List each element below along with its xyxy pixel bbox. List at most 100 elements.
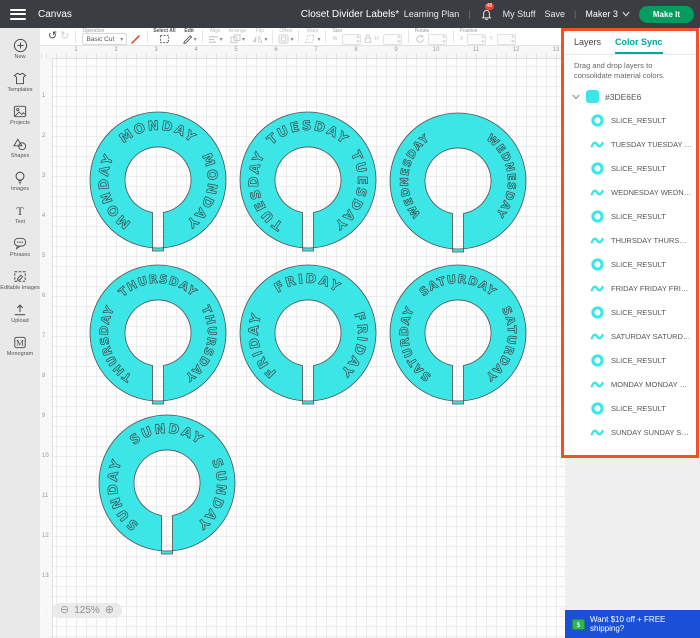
save-button[interactable]: Save bbox=[545, 9, 566, 19]
make-it-button[interactable]: Make It bbox=[639, 6, 694, 23]
align-button[interactable]: Align ▾ bbox=[205, 28, 226, 45]
vruler-number: 12 bbox=[42, 533, 49, 539]
layer-item[interactable]: SLICE_RESULT bbox=[564, 300, 696, 324]
sidebar-item-label: Text bbox=[15, 219, 25, 225]
hruler-number: 5 bbox=[234, 47, 237, 53]
my-stuff-link[interactable]: My Stuff bbox=[503, 9, 536, 19]
layer-item-label: SLICE_RESULT bbox=[611, 164, 666, 173]
vruler-number: 2 bbox=[42, 133, 45, 139]
offset-button[interactable]: Offset ▾ bbox=[275, 28, 296, 45]
redo-icon[interactable]: ↻ bbox=[60, 31, 69, 42]
offset-icon bbox=[278, 34, 289, 44]
learning-plan-link[interactable]: Learning Plan bbox=[404, 9, 460, 19]
color-group-header[interactable]: #3DE6E6 bbox=[564, 85, 696, 108]
sidebar-item-phrases[interactable]: Phrases bbox=[0, 231, 40, 264]
sidebar-item-monogram[interactable]: MMonogram bbox=[0, 330, 40, 363]
layer-item[interactable]: MONDAY MONDAY MONDAY bbox=[564, 372, 696, 396]
machine-select[interactable]: Maker 3 bbox=[585, 9, 630, 19]
warp-button[interactable]: Warp ▾ bbox=[301, 28, 323, 45]
closet-divider-thursday[interactable]: THURSDAYTHURSDAYTHURSDAY bbox=[83, 258, 233, 408]
notifications-button[interactable]: 48 bbox=[480, 7, 494, 21]
layer-item[interactable]: SATURDAY SATURDAY SATURDAY bbox=[564, 324, 696, 348]
width-input[interactable] bbox=[342, 34, 361, 45]
svg-text:M: M bbox=[16, 338, 24, 348]
layer-item-label: MONDAY MONDAY MONDAY bbox=[611, 380, 692, 389]
layer-item-label: FRIDAY FRIDAY FRIDAY bbox=[611, 284, 692, 293]
ring-icon bbox=[590, 353, 604, 367]
layer-item[interactable]: SUNDAY SUNDAY SUNDAY bbox=[564, 420, 696, 444]
tab-layers[interactable]: Layers bbox=[574, 37, 601, 54]
layer-item[interactable]: SLICE_RESULT bbox=[564, 252, 696, 276]
layer-item[interactable]: TUESDAY TUESDAY TUESDAY bbox=[564, 132, 696, 156]
hruler-number: 6 bbox=[274, 47, 277, 53]
operation-dropdown[interactable]: Basic Cut▾ bbox=[82, 33, 127, 45]
sidebar-item-projects[interactable]: Projects bbox=[0, 99, 40, 132]
position-x-input[interactable] bbox=[467, 34, 486, 45]
closet-divider-friday[interactable]: FRIDAYFRIDAYFRIDAY bbox=[233, 258, 383, 408]
layer-item[interactable]: SLICE_RESULT bbox=[564, 348, 696, 372]
select-all-button[interactable]: Select All bbox=[150, 28, 178, 45]
layer-item-label: SATURDAY SATURDAY SATURDAY bbox=[611, 332, 692, 341]
horizontal-ruler: 12345678910111213 bbox=[40, 46, 565, 59]
hruler-number: 3 bbox=[154, 47, 157, 53]
edit-button[interactable]: Edit ▾ bbox=[179, 28, 200, 45]
closet-divider-wednesday[interactable]: WEDNESDAYWEDNESDAY bbox=[383, 106, 533, 256]
topbar-divider: | bbox=[574, 9, 576, 19]
rotate-input[interactable] bbox=[428, 34, 447, 45]
position-y-input[interactable] bbox=[497, 34, 516, 45]
sidebar-item-label: New bbox=[14, 54, 25, 60]
closet-divider-sunday[interactable]: SUNDAYSUNDAYSUNDAY bbox=[92, 408, 242, 558]
vruler-number: 10 bbox=[42, 453, 49, 459]
layer-item-label: WEDNESDAY WEDNESDAY bbox=[611, 188, 692, 197]
plus-circle-icon bbox=[13, 38, 28, 53]
closet-divider-saturday[interactable]: SATURDAYSATURDAYSATURDAY bbox=[383, 258, 533, 408]
vruler-number: 13 bbox=[42, 573, 49, 579]
hruler-number: 13 bbox=[553, 47, 560, 53]
layer-item[interactable]: SLICE_RESULT bbox=[564, 204, 696, 228]
vruler-number: 5 bbox=[42, 253, 45, 259]
lock-icon[interactable] bbox=[364, 34, 372, 44]
ring-icon bbox=[590, 257, 604, 271]
layer-item-label: SLICE_RESULT bbox=[611, 404, 666, 413]
promo-banner[interactable]: $ Want $10 off + FREE shipping? bbox=[565, 610, 700, 638]
layer-item[interactable]: SLICE_RESULT bbox=[564, 108, 696, 132]
color-swatch[interactable] bbox=[586, 90, 599, 103]
layer-item[interactable]: WEDNESDAY WEDNESDAY bbox=[564, 180, 696, 204]
machine-name: Maker 3 bbox=[585, 9, 618, 19]
sidebar-item-shapes[interactable]: Shapes bbox=[0, 132, 40, 165]
layer-item[interactable]: SLICE_RESULT bbox=[564, 156, 696, 180]
zoom-out-icon[interactable]: ⊖ bbox=[60, 605, 69, 616]
flip-icon bbox=[252, 34, 263, 44]
sidebar-item-images[interactable]: Images bbox=[0, 165, 40, 198]
closet-divider-monday[interactable]: MONDAYMONDAYMONDAY bbox=[83, 105, 233, 255]
shapes-icon bbox=[13, 137, 27, 152]
operation-color-swatch[interactable] bbox=[130, 34, 141, 45]
curved-text-icon bbox=[590, 281, 604, 295]
tab-color-sync[interactable]: Color Sync bbox=[615, 37, 663, 54]
design-sidebar: NewTemplatesProjectsShapesImagesTTextPhr… bbox=[0, 28, 40, 638]
images-icon bbox=[14, 170, 26, 185]
layer-item[interactable]: THURSDAY THURSDAY THURSDAY bbox=[564, 228, 696, 252]
sidebar-item-upload[interactable]: Upload bbox=[0, 297, 40, 330]
text-icon: T bbox=[14, 203, 26, 218]
sidebar-item-templates[interactable]: Templates bbox=[0, 66, 40, 99]
sidebar-item-text[interactable]: TText bbox=[0, 198, 40, 231]
color-sync-panel: LayersColor Sync Drag and drop layers to… bbox=[561, 28, 699, 458]
sidebar-item-new[interactable]: New bbox=[0, 33, 40, 66]
arrange-button[interactable]: Arrange ▾ bbox=[226, 28, 250, 45]
curved-text-icon bbox=[590, 233, 604, 247]
layer-item-label: SLICE_RESULT bbox=[611, 308, 666, 317]
notification-badge: 48 bbox=[485, 3, 495, 10]
flip-button[interactable]: Flip ▾ bbox=[249, 28, 270, 45]
curved-text-icon bbox=[590, 137, 604, 151]
zoom-in-icon[interactable]: ⊕ bbox=[105, 605, 114, 616]
sidebar-item-editable-images[interactable]: Editable Images bbox=[0, 264, 40, 297]
vruler-number: 1 bbox=[42, 93, 45, 99]
layer-item[interactable]: FRIDAY FRIDAY FRIDAY bbox=[564, 276, 696, 300]
undo-icon[interactable]: ↺ bbox=[48, 31, 57, 42]
closet-divider-tuesday[interactable]: TUESDAYTUESDAYTUESDAY bbox=[233, 105, 383, 255]
vertical-ruler: 12345678910111213 bbox=[40, 58, 53, 638]
layer-item[interactable]: SLICE_RESULT bbox=[564, 396, 696, 420]
hamburger-menu-icon[interactable] bbox=[10, 9, 26, 20]
height-input[interactable] bbox=[383, 34, 402, 45]
